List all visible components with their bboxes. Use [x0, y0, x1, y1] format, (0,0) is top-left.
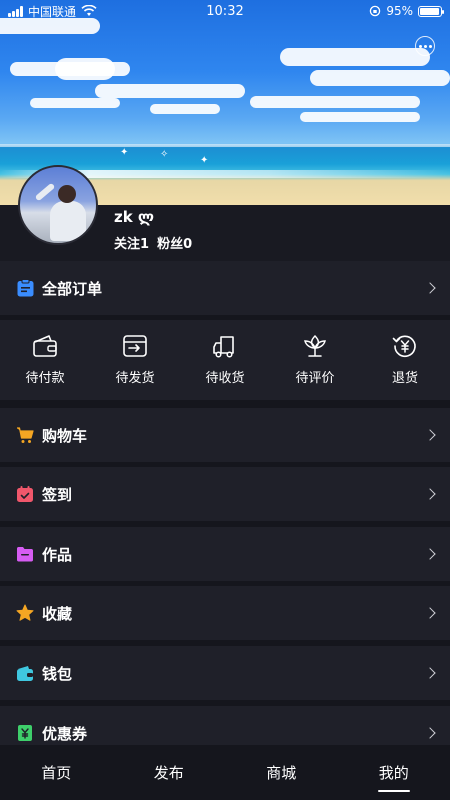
tab-home[interactable]: 首页 [0, 745, 113, 800]
dot-icon [418, 44, 422, 48]
order-item-label: 退货 [391, 371, 418, 386]
calendar-icon [16, 485, 34, 503]
more-options-button[interactable] [415, 36, 435, 56]
bottom-tab-bar: 首页 发布 商城 我的 [0, 745, 450, 800]
order-pending-shipment[interactable]: 待发货 [90, 320, 180, 400]
menu-item-wallet[interactable]: 钱包 [0, 646, 450, 700]
order-pending-payment[interactable]: 待付款 [0, 320, 90, 400]
clipboard-icon [16, 279, 34, 297]
order-item-label: 待收货 [205, 371, 245, 386]
battery-percent: 95% [386, 4, 413, 18]
menu-item-label: 签到 [42, 485, 73, 504]
chevron-right-icon [424, 429, 436, 441]
order-status-bar: 待付款 待发货 待收货 待评价 退货 [0, 320, 450, 400]
menu-item-label: 作品 [42, 545, 73, 564]
active-tab-indicator [377, 790, 410, 792]
tab-label: 发布 [153, 764, 184, 782]
order-item-label: 待发货 [115, 371, 155, 386]
chevron-right-icon [424, 282, 436, 294]
menu-item-label: 收藏 [42, 604, 73, 623]
avatar[interactable] [18, 165, 98, 245]
dot-icon [428, 44, 432, 48]
yen-refund-icon [392, 335, 416, 358]
menu-item-checkin[interactable]: 签到 [0, 467, 450, 521]
following-count: 1 [140, 237, 150, 252]
menu-item-label: 优惠券 [42, 724, 88, 743]
username: zk ლ [114, 208, 155, 226]
chevron-right-icon [424, 727, 436, 739]
chevron-right-icon [424, 488, 436, 500]
all-orders-row[interactable]: 全部订单 [0, 261, 450, 315]
signal-icon [8, 5, 23, 17]
chevron-right-icon [424, 548, 436, 560]
menu-item-label: 购物车 [42, 426, 88, 445]
order-pending-review[interactable]: 待评价 [270, 320, 360, 400]
fans-stat[interactable]: 粉丝0 [157, 233, 192, 252]
order-returns[interactable]: 退货 [360, 320, 450, 400]
chevron-right-icon [424, 607, 436, 619]
chevron-right-icon [424, 667, 436, 679]
orientation-lock-icon [370, 5, 381, 17]
follow-stats: 关注1 粉丝0 [114, 233, 192, 252]
folder-icon [16, 545, 34, 563]
coupon-icon [16, 724, 34, 742]
following-stat[interactable]: 关注1 [114, 233, 149, 252]
all-orders-label: 全部订单 [42, 279, 103, 298]
menu-item-label: 钱包 [42, 664, 73, 683]
wallet-icon [16, 664, 34, 682]
menu-item-cart[interactable]: 购物车 [0, 408, 450, 462]
truck-icon [213, 336, 234, 358]
flower-icon [304, 334, 326, 357]
order-item-label: 待付款 [25, 371, 65, 386]
menu-item-favorites[interactable]: 收藏 [0, 586, 450, 640]
order-item-label: 待评价 [295, 371, 335, 386]
tab-label: 首页 [41, 764, 72, 782]
tab-mine[interactable]: 我的 [338, 745, 450, 800]
menu-item-works[interactable]: 作品 [0, 527, 450, 581]
order-pending-receipt[interactable]: 待收货 [180, 320, 270, 400]
following-label: 关注 [114, 237, 141, 252]
tab-mall[interactable]: 商城 [225, 745, 338, 800]
battery-icon [418, 5, 444, 17]
tab-label: 我的 [378, 764, 409, 782]
star-icon [16, 604, 34, 622]
cart-icon [16, 426, 34, 444]
status-bar: 中国联通 10:32 95% [0, 0, 450, 22]
package-out-icon [123, 335, 147, 357]
fans-label: 粉丝 [157, 237, 184, 252]
wifi-icon [81, 5, 97, 16]
fans-count: 0 [183, 237, 193, 252]
tab-label: 商城 [266, 764, 297, 782]
wallet-icon [33, 335, 57, 357]
tab-publish[interactable]: 发布 [113, 745, 226, 800]
dot-icon [423, 44, 427, 48]
carrier-label: 中国联通 [28, 4, 77, 19]
